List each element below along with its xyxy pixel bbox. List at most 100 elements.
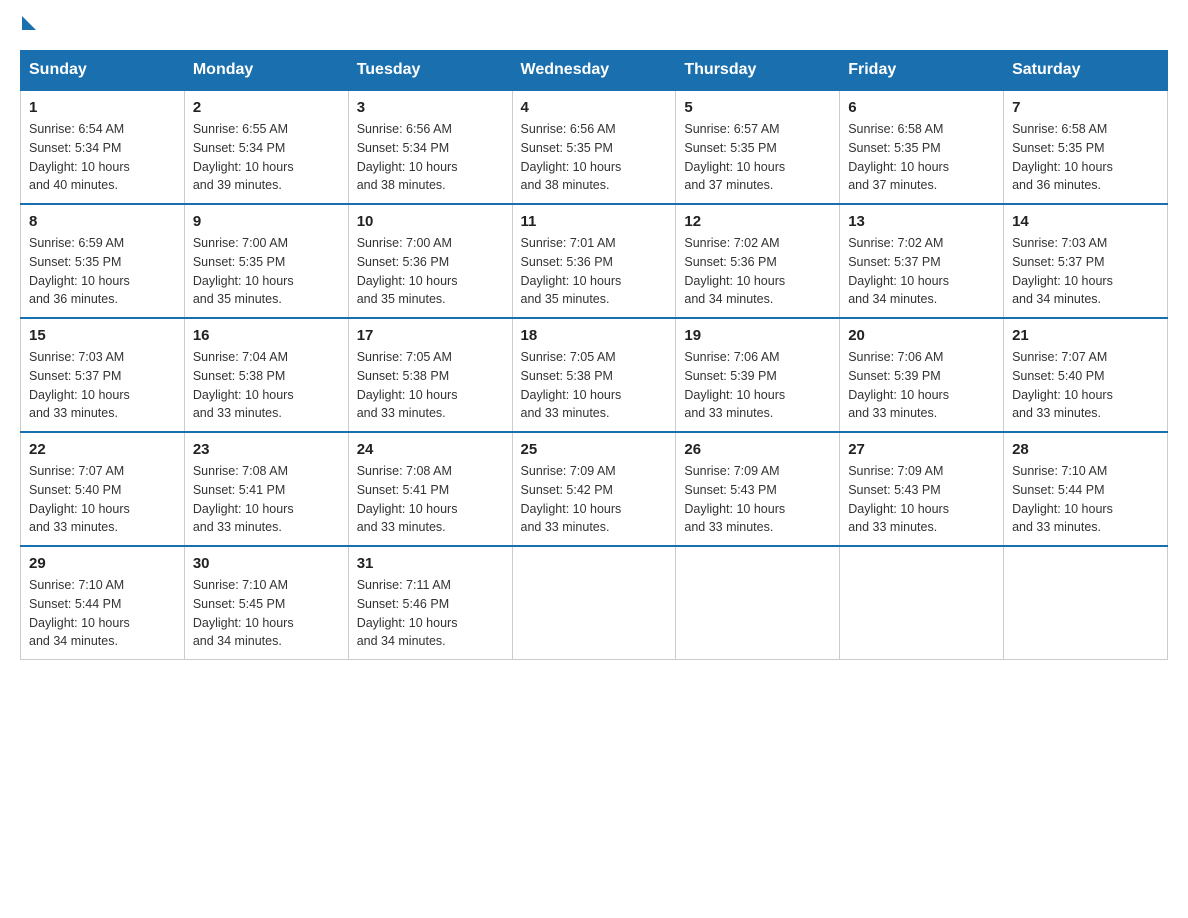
weekday-header-sunday: Sunday — [21, 51, 185, 91]
day-number: 29 — [29, 555, 176, 572]
page-header — [20, 20, 1168, 30]
day-number: 11 — [521, 213, 668, 230]
day-number: 6 — [848, 99, 995, 116]
calendar-cell: 12 Sunrise: 7:02 AM Sunset: 5:36 PM Dayl… — [676, 204, 840, 318]
weekday-header-monday: Monday — [184, 51, 348, 91]
calendar-cell: 21 Sunrise: 7:07 AM Sunset: 5:40 PM Dayl… — [1004, 318, 1168, 432]
calendar-cell: 3 Sunrise: 6:56 AM Sunset: 5:34 PM Dayli… — [348, 90, 512, 204]
calendar-cell: 20 Sunrise: 7:06 AM Sunset: 5:39 PM Dayl… — [840, 318, 1004, 432]
calendar-cell: 14 Sunrise: 7:03 AM Sunset: 5:37 PM Dayl… — [1004, 204, 1168, 318]
calendar-cell: 24 Sunrise: 7:08 AM Sunset: 5:41 PM Dayl… — [348, 432, 512, 546]
calendar-cell: 28 Sunrise: 7:10 AM Sunset: 5:44 PM Dayl… — [1004, 432, 1168, 546]
day-info: Sunrise: 7:09 AM Sunset: 5:42 PM Dayligh… — [521, 462, 668, 537]
calendar-cell: 25 Sunrise: 7:09 AM Sunset: 5:42 PM Dayl… — [512, 432, 676, 546]
day-info: Sunrise: 7:09 AM Sunset: 5:43 PM Dayligh… — [684, 462, 831, 537]
day-info: Sunrise: 7:06 AM Sunset: 5:39 PM Dayligh… — [848, 348, 995, 423]
calendar-cell: 18 Sunrise: 7:05 AM Sunset: 5:38 PM Dayl… — [512, 318, 676, 432]
day-info: Sunrise: 7:10 AM Sunset: 5:44 PM Dayligh… — [29, 576, 176, 651]
day-info: Sunrise: 7:03 AM Sunset: 5:37 PM Dayligh… — [1012, 234, 1159, 309]
weekday-header-tuesday: Tuesday — [348, 51, 512, 91]
day-info: Sunrise: 6:54 AM Sunset: 5:34 PM Dayligh… — [29, 120, 176, 195]
calendar-cell: 10 Sunrise: 7:00 AM Sunset: 5:36 PM Dayl… — [348, 204, 512, 318]
day-info: Sunrise: 6:59 AM Sunset: 5:35 PM Dayligh… — [29, 234, 176, 309]
day-info: Sunrise: 7:06 AM Sunset: 5:39 PM Dayligh… — [684, 348, 831, 423]
day-number: 27 — [848, 441, 995, 458]
calendar-cell: 4 Sunrise: 6:56 AM Sunset: 5:35 PM Dayli… — [512, 90, 676, 204]
calendar-cell: 13 Sunrise: 7:02 AM Sunset: 5:37 PM Dayl… — [840, 204, 1004, 318]
calendar-cell: 19 Sunrise: 7:06 AM Sunset: 5:39 PM Dayl… — [676, 318, 840, 432]
day-number: 23 — [193, 441, 340, 458]
day-number: 2 — [193, 99, 340, 116]
day-info: Sunrise: 7:00 AM Sunset: 5:36 PM Dayligh… — [357, 234, 504, 309]
calendar-header-row: SundayMondayTuesdayWednesdayThursdayFrid… — [21, 51, 1168, 91]
calendar-cell: 23 Sunrise: 7:08 AM Sunset: 5:41 PM Dayl… — [184, 432, 348, 546]
calendar-cell: 5 Sunrise: 6:57 AM Sunset: 5:35 PM Dayli… — [676, 90, 840, 204]
calendar-cell — [1004, 546, 1168, 660]
calendar-cell: 16 Sunrise: 7:04 AM Sunset: 5:38 PM Dayl… — [184, 318, 348, 432]
day-number: 15 — [29, 327, 176, 344]
day-info: Sunrise: 7:00 AM Sunset: 5:35 PM Dayligh… — [193, 234, 340, 309]
day-number: 8 — [29, 213, 176, 230]
day-number: 3 — [357, 99, 504, 116]
weekday-header-wednesday: Wednesday — [512, 51, 676, 91]
day-info: Sunrise: 7:02 AM Sunset: 5:37 PM Dayligh… — [848, 234, 995, 309]
calendar-cell: 9 Sunrise: 7:00 AM Sunset: 5:35 PM Dayli… — [184, 204, 348, 318]
calendar-table: SundayMondayTuesdayWednesdayThursdayFrid… — [20, 50, 1168, 660]
day-info: Sunrise: 7:08 AM Sunset: 5:41 PM Dayligh… — [193, 462, 340, 537]
day-number: 19 — [684, 327, 831, 344]
calendar-week-row: 22 Sunrise: 7:07 AM Sunset: 5:40 PM Dayl… — [21, 432, 1168, 546]
day-info: Sunrise: 7:02 AM Sunset: 5:36 PM Dayligh… — [684, 234, 831, 309]
calendar-cell: 27 Sunrise: 7:09 AM Sunset: 5:43 PM Dayl… — [840, 432, 1004, 546]
day-info: Sunrise: 7:03 AM Sunset: 5:37 PM Dayligh… — [29, 348, 176, 423]
calendar-cell: 8 Sunrise: 6:59 AM Sunset: 5:35 PM Dayli… — [21, 204, 185, 318]
day-number: 22 — [29, 441, 176, 458]
day-number: 21 — [1012, 327, 1159, 344]
weekday-header-friday: Friday — [840, 51, 1004, 91]
calendar-cell: 31 Sunrise: 7:11 AM Sunset: 5:46 PM Dayl… — [348, 546, 512, 660]
day-number: 25 — [521, 441, 668, 458]
day-number: 31 — [357, 555, 504, 572]
calendar-cell: 30 Sunrise: 7:10 AM Sunset: 5:45 PM Dayl… — [184, 546, 348, 660]
calendar-cell: 6 Sunrise: 6:58 AM Sunset: 5:35 PM Dayli… — [840, 90, 1004, 204]
day-info: Sunrise: 6:55 AM Sunset: 5:34 PM Dayligh… — [193, 120, 340, 195]
day-info: Sunrise: 7:08 AM Sunset: 5:41 PM Dayligh… — [357, 462, 504, 537]
day-info: Sunrise: 7:07 AM Sunset: 5:40 PM Dayligh… — [1012, 348, 1159, 423]
calendar-cell — [676, 546, 840, 660]
day-number: 9 — [193, 213, 340, 230]
weekday-header-saturday: Saturday — [1004, 51, 1168, 91]
day-info: Sunrise: 6:56 AM Sunset: 5:35 PM Dayligh… — [521, 120, 668, 195]
calendar-cell: 2 Sunrise: 6:55 AM Sunset: 5:34 PM Dayli… — [184, 90, 348, 204]
calendar-week-row: 29 Sunrise: 7:10 AM Sunset: 5:44 PM Dayl… — [21, 546, 1168, 660]
calendar-cell: 11 Sunrise: 7:01 AM Sunset: 5:36 PM Dayl… — [512, 204, 676, 318]
calendar-cell: 7 Sunrise: 6:58 AM Sunset: 5:35 PM Dayli… — [1004, 90, 1168, 204]
day-info: Sunrise: 6:56 AM Sunset: 5:34 PM Dayligh… — [357, 120, 504, 195]
day-number: 28 — [1012, 441, 1159, 458]
day-number: 20 — [848, 327, 995, 344]
day-number: 13 — [848, 213, 995, 230]
calendar-week-row: 15 Sunrise: 7:03 AM Sunset: 5:37 PM Dayl… — [21, 318, 1168, 432]
day-info: Sunrise: 7:05 AM Sunset: 5:38 PM Dayligh… — [521, 348, 668, 423]
day-number: 24 — [357, 441, 504, 458]
day-info: Sunrise: 6:58 AM Sunset: 5:35 PM Dayligh… — [1012, 120, 1159, 195]
day-number: 30 — [193, 555, 340, 572]
day-number: 14 — [1012, 213, 1159, 230]
day-info: Sunrise: 7:09 AM Sunset: 5:43 PM Dayligh… — [848, 462, 995, 537]
calendar-week-row: 8 Sunrise: 6:59 AM Sunset: 5:35 PM Dayli… — [21, 204, 1168, 318]
day-info: Sunrise: 7:10 AM Sunset: 5:45 PM Dayligh… — [193, 576, 340, 651]
day-number: 10 — [357, 213, 504, 230]
day-number: 5 — [684, 99, 831, 116]
day-number: 17 — [357, 327, 504, 344]
day-info: Sunrise: 6:57 AM Sunset: 5:35 PM Dayligh… — [684, 120, 831, 195]
calendar-cell: 17 Sunrise: 7:05 AM Sunset: 5:38 PM Dayl… — [348, 318, 512, 432]
calendar-cell: 15 Sunrise: 7:03 AM Sunset: 5:37 PM Dayl… — [21, 318, 185, 432]
day-number: 26 — [684, 441, 831, 458]
day-info: Sunrise: 7:05 AM Sunset: 5:38 PM Dayligh… — [357, 348, 504, 423]
calendar-cell: 22 Sunrise: 7:07 AM Sunset: 5:40 PM Dayl… — [21, 432, 185, 546]
calendar-cell: 29 Sunrise: 7:10 AM Sunset: 5:44 PM Dayl… — [21, 546, 185, 660]
day-info: Sunrise: 7:10 AM Sunset: 5:44 PM Dayligh… — [1012, 462, 1159, 537]
calendar-cell: 1 Sunrise: 6:54 AM Sunset: 5:34 PM Dayli… — [21, 90, 185, 204]
day-number: 16 — [193, 327, 340, 344]
day-info: Sunrise: 7:11 AM Sunset: 5:46 PM Dayligh… — [357, 576, 504, 651]
day-info: Sunrise: 6:58 AM Sunset: 5:35 PM Dayligh… — [848, 120, 995, 195]
calendar-cell — [840, 546, 1004, 660]
